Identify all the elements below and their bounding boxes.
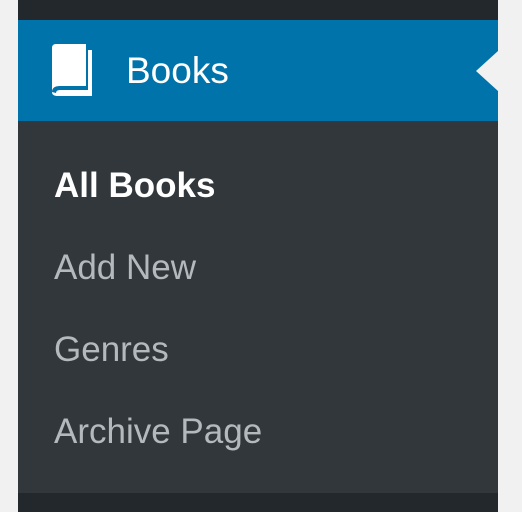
previous-menu-item[interactable] — [18, 0, 498, 20]
books-submenu: All Books Add New Genres Archive Page — [18, 121, 498, 493]
next-menu-item[interactable] — [18, 493, 498, 512]
book-icon — [52, 44, 92, 96]
submenu-item-archive-page[interactable]: Archive Page — [54, 411, 262, 453]
admin-sidebar-menu: Books All Books Add New Genres Archive P… — [18, 0, 498, 512]
current-indicator-arrow — [476, 51, 498, 91]
submenu-item-genres[interactable]: Genres — [54, 329, 169, 371]
menu-item-books-label: Books — [126, 50, 229, 91]
menu-item-books[interactable]: Books — [18, 20, 498, 121]
submenu-item-all-books[interactable]: All Books — [54, 165, 215, 207]
submenu-item-add-new[interactable]: Add New — [54, 247, 196, 289]
page-background-left — [0, 0, 18, 512]
page-background-right — [498, 0, 522, 512]
